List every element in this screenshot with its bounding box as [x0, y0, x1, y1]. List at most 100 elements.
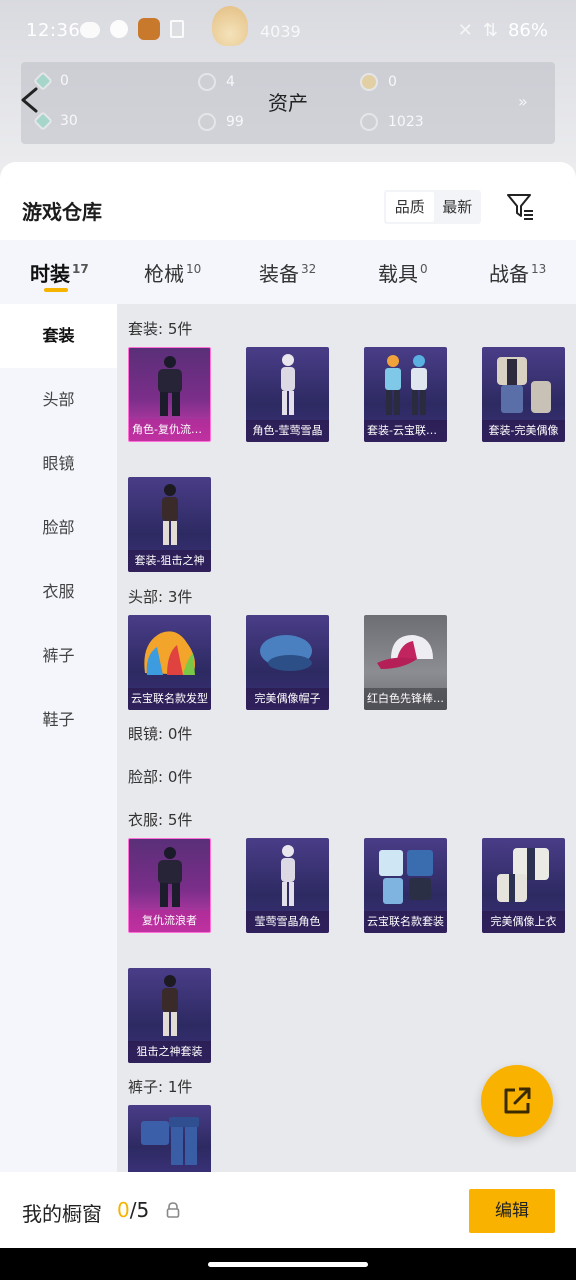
wardrobe-total: /5	[129, 1198, 150, 1222]
item-card[interactable]: 套装-云宝联名款	[364, 347, 447, 442]
app-notification-icon	[138, 18, 160, 40]
side-item-clothes[interactable]: 衣服	[0, 560, 117, 624]
item-grid: 套装: 5件 角色-复仇流浪者 角色-莹莺雪晶 套装-云宝联名款 套装-完美偶像…	[117, 304, 576, 1174]
baseball-cap-icon	[376, 635, 433, 669]
item-name: 复仇流浪者	[129, 910, 210, 932]
category-tabs: 时装 17 枪械 10 装备 32 载具 0 战备 13	[0, 240, 576, 304]
asset-item: 4	[198, 73, 235, 91]
asset-value: 4	[226, 74, 235, 90]
silver-coin-icon	[360, 113, 378, 131]
lock-icon	[166, 1202, 180, 1218]
filter-button[interactable]	[506, 192, 534, 220]
section-label-head: 头部: 3件	[128, 588, 193, 606]
side-item-glasses[interactable]: 眼镜	[0, 432, 117, 496]
asset-value: 0	[388, 74, 397, 90]
share-button[interactable]	[481, 1065, 553, 1137]
silver-coin-icon	[198, 73, 216, 91]
tab-equipment[interactable]: 装备 32	[259, 258, 316, 287]
item-card[interactable]: 复仇流浪者	[128, 838, 211, 933]
notification-icons	[80, 18, 184, 40]
side-nav: 套装 头部 眼镜 脸部 衣服 裤子 鞋子	[0, 304, 117, 1174]
tab-count: 10	[186, 262, 202, 277]
tab-label: 载具	[378, 262, 418, 286]
item-card[interactable]	[128, 1105, 211, 1174]
item-card[interactable]: 红白色先锋棒球帽	[364, 615, 447, 710]
item-name: 角色-复仇流浪者	[129, 419, 210, 441]
hero-center-text: 4039	[260, 22, 301, 41]
item-name: 完美偶像上衣	[482, 911, 565, 933]
section-label-clothes: 衣服: 5件	[128, 811, 193, 829]
gem-icon	[33, 71, 53, 91]
asset-item: 1023	[360, 113, 424, 131]
white-figure-icon	[280, 845, 295, 906]
notification-dot-icon	[110, 20, 128, 38]
item-name: 套装-云宝联名款	[364, 420, 447, 442]
item-card[interactable]: 套装-狙击之神	[128, 477, 211, 572]
edit-button[interactable]: 编辑	[469, 1189, 555, 1233]
item-card[interactable]: 角色-复仇流浪者	[128, 347, 211, 442]
tab-supplies[interactable]: 战备 13	[489, 258, 546, 287]
item-name: 红白色先锋棒球帽	[364, 688, 447, 710]
external-link-icon	[504, 1087, 531, 1114]
gem-icon	[33, 111, 53, 131]
tab-label: 时装	[30, 262, 70, 286]
item-card[interactable]: 完美偶像帽子	[246, 615, 329, 710]
section-label-suits: 套装: 5件	[128, 320, 193, 338]
tab-label: 战备	[489, 262, 529, 286]
asset-item: 99	[198, 113, 244, 131]
item-card[interactable]: 云宝联名款发型	[128, 615, 211, 710]
sort-quality-button[interactable]: 品质	[386, 192, 434, 222]
tab-vehicles[interactable]: 载具 0	[378, 258, 428, 287]
item-name: 套装-完美偶像	[482, 420, 565, 442]
asset-value: 1023	[388, 114, 424, 130]
item-name: 套装-狙击之神	[128, 550, 211, 572]
rainbow-hair-icon	[143, 631, 195, 675]
asset-item: 0	[33, 71, 69, 91]
data-arrows-icon: ⇅	[482, 20, 498, 41]
tab-count: 17	[72, 262, 89, 277]
item-card[interactable]: 云宝联名款套装	[364, 838, 447, 933]
wardrobe-bar: 我的橱窗 0/5 编辑	[0, 1172, 576, 1248]
sniper-figure-icon	[161, 484, 178, 545]
asset-value: 30	[60, 113, 78, 129]
item-card[interactable]: 完美偶像上衣	[482, 838, 565, 933]
item-card[interactable]: 角色-莹莺雪晶	[246, 347, 329, 442]
section-label-face: 脸部: 0件	[128, 768, 193, 786]
silver-coin-icon	[198, 113, 216, 131]
home-indicator[interactable]	[208, 1262, 368, 1267]
warehouse-title: 游戏仓库	[22, 200, 102, 224]
item-card[interactable]: 狙击之神套装	[128, 968, 211, 1063]
tab-guns[interactable]: 枪械 10	[144, 258, 201, 287]
system-indicators: ✕ ⇅ 86%	[458, 20, 548, 41]
tab-label: 装备	[259, 262, 299, 286]
item-name: 角色-莹莺雪晶	[246, 420, 329, 442]
item-card[interactable]: 套装-完美偶像	[482, 347, 565, 442]
sort-toggle: 品质 最新	[384, 190, 481, 224]
jacket-icon	[496, 848, 549, 902]
tab-fashion[interactable]: 时装 17	[30, 258, 89, 287]
asset-value: 99	[226, 114, 244, 130]
tab-count: 32	[301, 262, 317, 277]
wardrobe-label: 我的橱窗	[22, 1202, 102, 1226]
outfit-set-icon	[378, 850, 433, 904]
sort-newest-button[interactable]: 最新	[434, 190, 482, 224]
pair-figures-icon	[384, 355, 427, 415]
pants-icon	[140, 1117, 199, 1165]
white-figure-icon	[280, 354, 295, 415]
side-item-face[interactable]: 脸部	[0, 496, 117, 560]
side-item-shoes[interactable]: 鞋子	[0, 688, 117, 752]
side-item-pants[interactable]: 裤子	[0, 624, 117, 688]
section-label-pants: 裤子: 1件	[128, 1078, 193, 1096]
tab-label: 枪械	[144, 262, 184, 286]
side-item-head[interactable]: 头部	[0, 368, 117, 432]
armor-figure-icon	[157, 356, 182, 416]
gesture-bar	[0, 1248, 576, 1280]
wechat-icon	[80, 22, 100, 38]
outfit-set-icon	[496, 357, 551, 413]
wardrobe-count: 0/5	[117, 1198, 149, 1222]
beret-icon	[259, 635, 312, 671]
asset-more-icon[interactable]: »	[518, 92, 528, 111]
asset-value: 0	[60, 73, 69, 89]
side-item-suits[interactable]: 套装	[0, 304, 117, 368]
item-card[interactable]: 莹莺雪晶角色	[246, 838, 329, 933]
